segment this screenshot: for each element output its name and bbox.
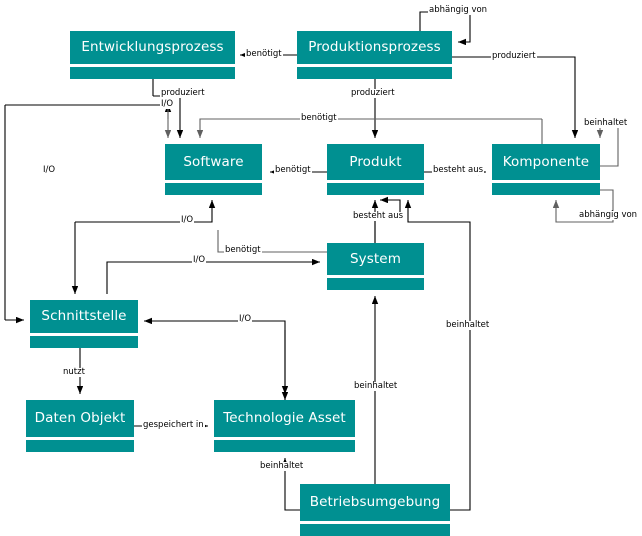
- node-layer: Entwicklungsprozess Produktionsprozess S…: [0, 0, 642, 536]
- edge-label-io-left-software: I/O: [42, 165, 57, 175]
- node-footer: [30, 336, 138, 348]
- node-betriebsumgebung[interactable]: Betriebsumgebung: [300, 484, 450, 536]
- edge-label-gespeichert-in: gespeichert in: [142, 420, 205, 430]
- edge-label-produziert-prod-produkt: produziert: [350, 88, 396, 98]
- node-label-software: Software: [165, 144, 262, 180]
- node-footer: [26, 440, 134, 452]
- node-footer: [214, 440, 355, 452]
- edge-label-benoetigt-komponente-software: benötigt: [300, 113, 338, 123]
- node-label-produkt: Produkt: [327, 144, 424, 180]
- node-label-daten-objekt: Daten Objekt: [26, 400, 134, 437]
- node-footer: [165, 183, 262, 195]
- edge-label-produziert-entw-software: produziert: [160, 88, 206, 98]
- node-label-system: System: [327, 243, 424, 275]
- node-footer: [300, 524, 450, 536]
- node-label-technologie-asset: Technologie Asset: [214, 400, 355, 437]
- edge-label-beinhaltet-betrieb-produkt: beinhaltet: [445, 320, 491, 330]
- edge-label-benoetigt-system-software: benötigt: [224, 245, 262, 255]
- edge-label-beinhaltet-komponente-self: beinhaltet: [583, 118, 629, 128]
- node-label-betriebsumgebung: Betriebsumgebung: [300, 484, 450, 521]
- node-footer: [327, 183, 424, 195]
- node-system[interactable]: System: [327, 243, 424, 290]
- edge-label-bestehtaus-system-produkt: besteht aus: [352, 211, 405, 221]
- node-schnittstelle[interactable]: Schnittstelle: [30, 300, 138, 348]
- edge-label-abhaengig-von-komponente-self: abhängig von: [578, 210, 639, 220]
- edge-label-benoetigt-produkt-software: benötigt: [274, 165, 312, 175]
- edge-label-nutzt-schnittstelle-datenobjekt: nutzt: [62, 367, 86, 377]
- node-label-komponente: Komponente: [492, 144, 600, 180]
- node-footer: [70, 67, 235, 79]
- edge-label-io-schnittstelle-software: I/O: [180, 215, 195, 225]
- node-footer: [297, 67, 452, 79]
- node-software[interactable]: Software: [165, 144, 262, 195]
- edge-label-beinhaltet-betrieb-system: beinhaltet: [353, 381, 399, 391]
- node-produkt[interactable]: Produkt: [327, 144, 424, 195]
- diagram-canvas: Entwicklungsprozess Produktionsprozess S…: [0, 0, 642, 536]
- edge-label-abhaengig-von-produktionsprozess: abhängig von: [428, 5, 489, 15]
- edge-label-io-schnittstelle-system: I/O: [192, 255, 207, 265]
- edge-label-benoetigt-prod-entw: benötigt: [245, 49, 283, 59]
- edge-label-io-leftrail: I/O: [160, 99, 175, 109]
- node-daten-objekt[interactable]: Daten Objekt: [26, 400, 134, 452]
- node-label-produktionsprozess: Produktionsprozess: [297, 31, 452, 64]
- edge-label-produziert-prod-komponente: produziert: [491, 51, 537, 61]
- node-technologie-asset[interactable]: Technologie Asset: [214, 400, 355, 452]
- node-label-schnittstelle: Schnittstelle: [30, 300, 138, 333]
- node-label-entwicklungsprozess: Entwicklungsprozess: [70, 31, 235, 64]
- edge-label-beinhaltet-betrieb-techasset: beinhaltet: [259, 461, 305, 471]
- edge-label-io-techasset-schnittstelle: I/O: [238, 314, 253, 324]
- node-footer: [492, 183, 600, 195]
- node-produktionsprozess[interactable]: Produktionsprozess: [297, 31, 452, 79]
- node-footer: [327, 278, 424, 290]
- edge-label-bestehtaus-produkt-komponente: besteht aus: [432, 165, 485, 175]
- node-komponente[interactable]: Komponente: [492, 144, 600, 195]
- node-entwicklungsprozess[interactable]: Entwicklungsprozess: [70, 31, 235, 79]
